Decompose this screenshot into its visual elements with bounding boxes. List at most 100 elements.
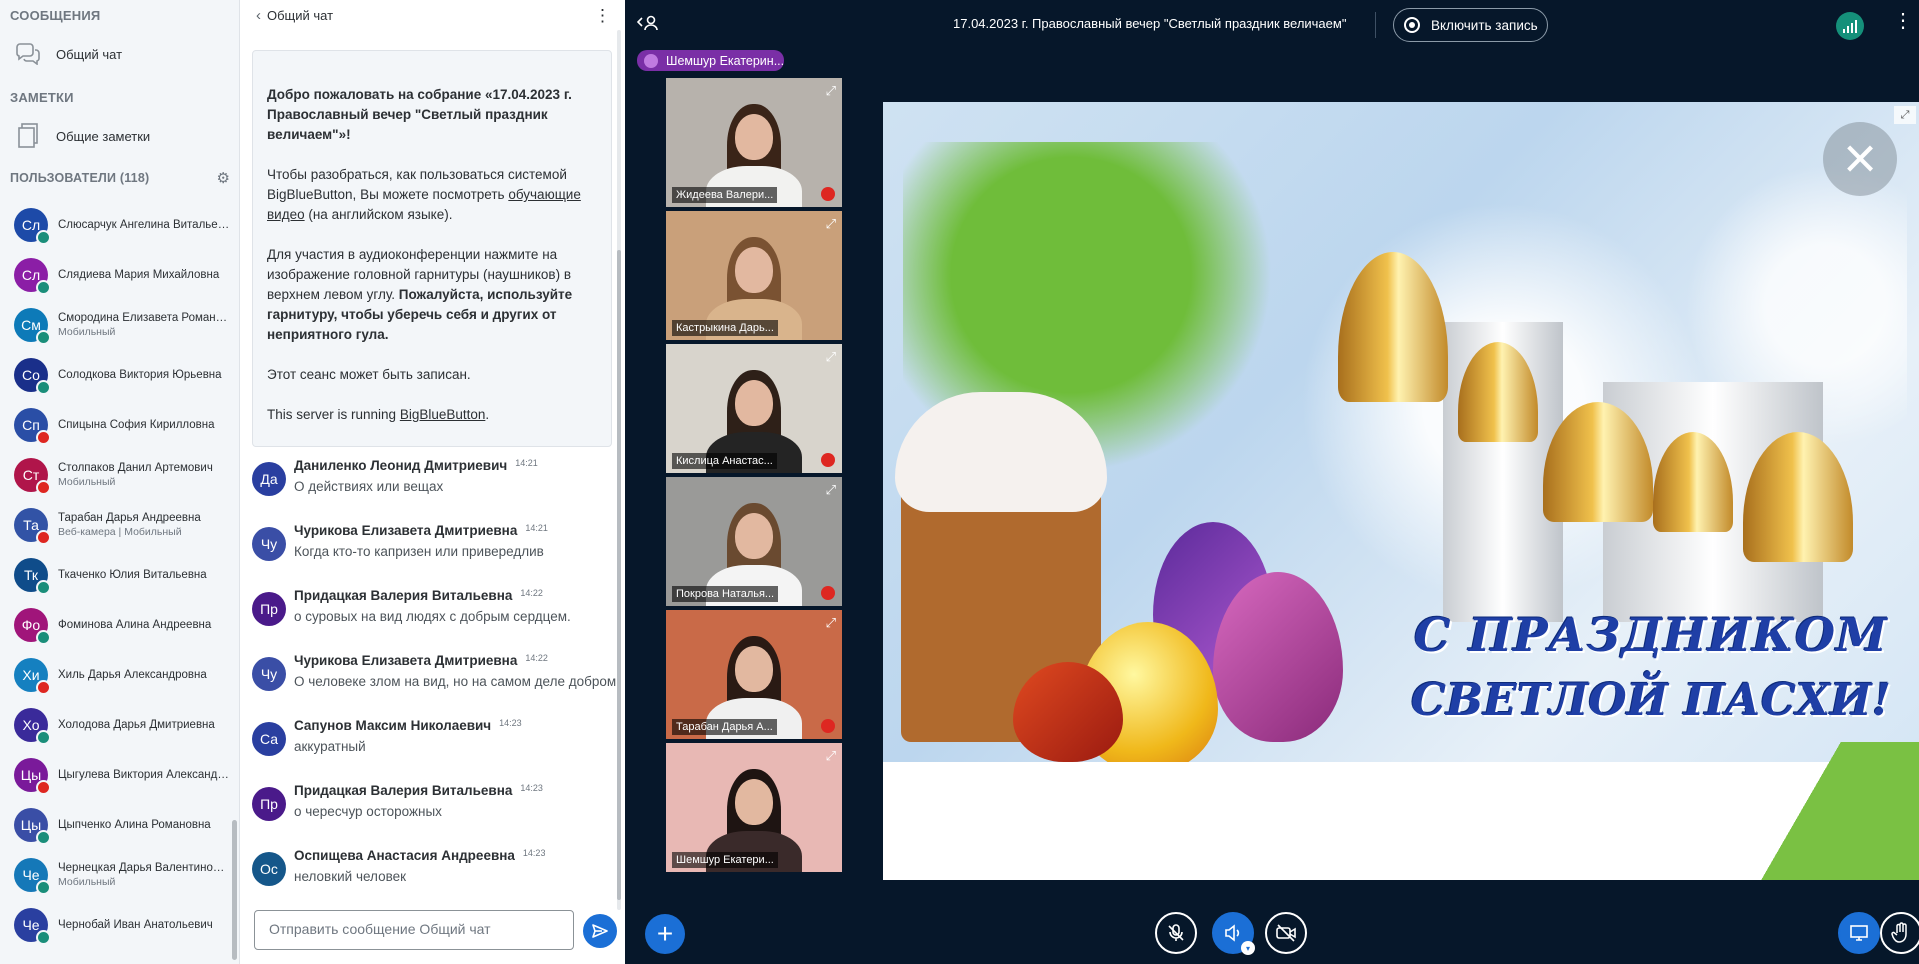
user-list-item[interactable]: Та Тарабан Дарья Андреевна Веб-камера | Мо… xyxy=(0,500,232,550)
raise-hand-button[interactable] xyxy=(1880,912,1919,954)
user-info: Чернецкая Дарья Валентиновна Мобильный xyxy=(58,862,230,888)
chat-back-button[interactable]: ‹ Общий чат xyxy=(256,7,333,24)
audio-listen-icon xyxy=(36,830,51,845)
user-list-panel: СООБЩЕНИЯ Общий чат ЗАМЕТКИ Общие заметк… xyxy=(0,0,240,964)
camera-button[interactable] xyxy=(1265,912,1307,954)
fullscreen-icon[interactable]: ⤢ xyxy=(826,749,836,762)
toggle-userlist-button[interactable] xyxy=(636,14,659,36)
chat-timestamp: 14:23 xyxy=(520,783,543,793)
avatar: Пр xyxy=(252,787,286,821)
slide-greeting: С ПРАЗДНИКОМ СВЕТЛОЙ ПАСХИ! xyxy=(1381,602,1919,734)
users-header: ПОЛЬЗОВАТЕЛИ (118) ⚙ xyxy=(0,161,239,195)
user-device: Веб-камера | Мобильный xyxy=(58,526,182,538)
welcome-paragraph-1: Добро пожаловать на собрание «17.04.2023… xyxy=(267,85,597,145)
bigbluebutton-link[interactable]: BigBlueButton xyxy=(400,407,486,422)
user-list-item[interactable]: Че Чернецкая Дарья Валентиновна Мобильный xyxy=(0,850,232,900)
user-list-item[interactable]: Со Солодкова Виктория Юрьевна xyxy=(0,350,232,400)
more-vertical-icon[interactable]: ⋮ xyxy=(1893,11,1913,31)
chat-message-input[interactable]: Отправить сообщение Общий чат xyxy=(254,910,574,950)
fullscreen-icon[interactable]: ⤢ xyxy=(826,616,836,629)
fullscreen-icon[interactable]: ⤢ xyxy=(826,350,836,363)
user-name: Слядиева Мария Михайловна xyxy=(58,269,220,281)
audio-button[interactable]: ▾ xyxy=(1212,912,1255,955)
user-list-item[interactable]: Сл Слядиева Мария Михайловна xyxy=(0,250,232,300)
user-list-item[interactable]: Цы Цыгулева Виктория Александр... xyxy=(0,750,232,800)
webcam-tile[interactable]: ⤢ Покрова Наталья... xyxy=(666,477,842,606)
webcam-tile[interactable]: ⤢ Жидеева Валери... xyxy=(666,78,842,207)
audio-listen-icon xyxy=(36,580,51,595)
webcam-user-name[interactable]: Шемшур Екатери... xyxy=(672,852,778,868)
mic-muted-icon xyxy=(1168,924,1184,941)
avatar: Цы xyxy=(14,758,51,795)
avatar: Сп xyxy=(14,408,51,445)
shared-notes-item[interactable]: Общие заметки xyxy=(0,114,232,158)
chat-message-header: Даниленко Леонид Дмитриевич 14:21 xyxy=(294,458,538,473)
chat-message-body: Чурикова Елизавета Дмитриевна 14:22 О чело… xyxy=(294,653,616,718)
webcam-tile[interactable]: ⤢ Тарабан Дарья А... xyxy=(666,610,842,739)
user-list-item[interactable]: См Смородина Елизавета Романо... Мобильный xyxy=(0,300,232,350)
person-face-shape xyxy=(735,247,773,293)
talking-indicator[interactable]: Шемшур Екатерин... xyxy=(637,50,784,71)
chat-message-text: аккуратный xyxy=(294,739,366,754)
welcome-recording-note: Этот сеанс может быть записан. xyxy=(267,367,471,382)
chat-message-text: О человеке злом на вид, но на самом деле… xyxy=(294,674,617,689)
fullscreen-icon[interactable]: ⤢ xyxy=(826,84,836,97)
avatar: Сл xyxy=(14,208,51,245)
user-list-item[interactable]: Тк Ткаченко Юлия Витальевна xyxy=(0,550,232,600)
chat-timestamp: 14:21 xyxy=(525,523,548,533)
chat-message: Ос Оспищева Анастасия Андреевна 14:23 нелов… xyxy=(252,848,617,913)
webcam-user-name[interactable]: Тарабан Дарья А... xyxy=(672,719,777,735)
avatar: Со xyxy=(14,358,51,395)
webcam-tile[interactable]: ⤢ Кастрыкина Дарь... xyxy=(666,211,842,340)
screen-share-button[interactable] xyxy=(1838,912,1880,954)
chat-scroll-thumb[interactable] xyxy=(617,250,621,900)
chat-scrollbar[interactable] xyxy=(617,30,621,910)
user-list-item[interactable]: Хи Хиль Дарья Александровна xyxy=(0,650,232,700)
chevron-down-icon[interactable]: ▾ xyxy=(1241,941,1255,955)
user-name: Холодова Дарья Дмитриевна xyxy=(58,719,215,731)
connection-status-icon[interactable] xyxy=(1836,12,1864,40)
chat-sender-name: Чурикова Елизавета Дмитриевна xyxy=(294,523,518,538)
welcome-paragraph-4: Этот сеанс может быть записан. xyxy=(267,365,597,385)
send-button[interactable] xyxy=(583,914,617,948)
chat-messages: Да Даниленко Леонид Дмитриевич 14:21 О дейс… xyxy=(252,458,617,913)
actions-button[interactable]: + xyxy=(645,914,685,954)
chat-message-body: Даниленко Леонид Дмитриевич 14:21 О действ… xyxy=(294,458,538,523)
user-list-scrollbar[interactable] xyxy=(232,820,237,960)
avatar: Сл xyxy=(14,258,51,295)
avatar: Чу xyxy=(252,527,286,561)
record-button[interactable]: Включить запись xyxy=(1393,8,1548,42)
user-list-item[interactable]: Цы Цыпченко Алина Романовна xyxy=(0,800,232,850)
chat-message: Пр Придацкая Валерия Витальевна 14:22 о сур… xyxy=(252,588,617,653)
fullscreen-icon[interactable]: ⤢ xyxy=(826,483,836,496)
webcam-tile[interactable]: ⤢ Кислица Анастас... xyxy=(666,344,842,473)
webcam-user-name[interactable]: Кислица Анастас... xyxy=(672,453,777,469)
user-list-item[interactable]: Сп Спицына София Кирилловна xyxy=(0,400,232,450)
user-list-item[interactable]: Хо Холодова Дарья Дмитриевна xyxy=(0,700,232,750)
webcam-user-name[interactable]: Покрова Наталья... xyxy=(672,586,779,602)
avatar: Цы xyxy=(14,808,51,845)
user-list-toggle-icon xyxy=(636,15,658,31)
avatar: Та xyxy=(14,508,51,545)
public-chat-item[interactable]: Общий чат xyxy=(0,32,232,76)
gear-icon[interactable]: ⚙ xyxy=(217,171,230,186)
user-list-item[interactable]: Ст Столпаков Данил Артемович Мобильный xyxy=(0,450,232,500)
chat-message-text: о суровых на вид людях с добрым сердцем. xyxy=(294,609,571,624)
user-list-item[interactable]: Фо Фоминова Алина Андреевна xyxy=(0,600,232,650)
fullscreen-icon[interactable]: ⤢ xyxy=(1894,106,1916,124)
fullscreen-icon[interactable]: ⤢ xyxy=(826,217,836,230)
meeting-title: 17.04.2023 г. Православный вечер "Светлы… xyxy=(953,16,1347,31)
webcam-user-name[interactable]: Кастрыкина Дарь... xyxy=(672,320,778,336)
user-list-item[interactable]: Че Чернобай Иван Анатольевич xyxy=(0,900,232,950)
user-device: Мобильный xyxy=(58,476,116,488)
chat-message-body: Оспищева Анастасия Андреевна 14:23 неловки… xyxy=(294,848,545,913)
webcam-tile[interactable]: ⤢ Шемшур Екатери... xyxy=(666,743,842,872)
user-list-item[interactable]: Сл Слюсарчук Ангелина Витальев... xyxy=(0,200,232,250)
avatar: Ос xyxy=(252,852,286,886)
mic-muted-icon xyxy=(821,586,835,600)
mute-button[interactable] xyxy=(1155,912,1197,954)
avatar: Че xyxy=(14,858,51,895)
more-vertical-icon[interactable]: ⋮ xyxy=(594,7,611,24)
slide-greeting-line-1: С ПРАЗДНИКОМ xyxy=(1414,608,1888,662)
webcam-user-name[interactable]: Жидеева Валери... xyxy=(672,187,778,203)
